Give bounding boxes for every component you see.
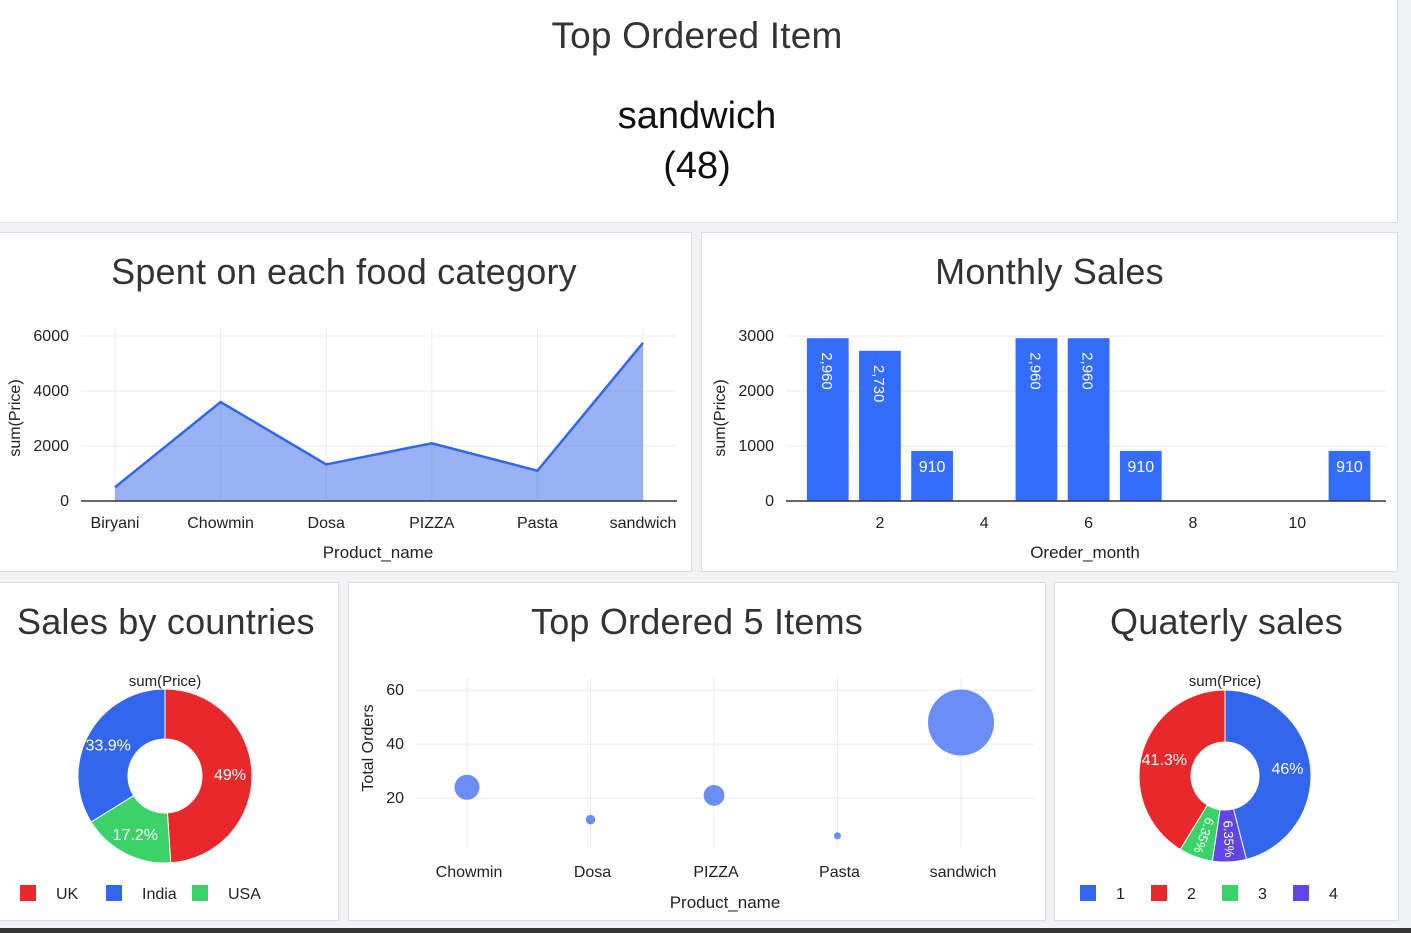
bar-value-label: 2,730 xyxy=(870,365,887,403)
x-tick-label: 2 xyxy=(875,515,884,532)
kpi-title: Top Ordered Item xyxy=(551,15,843,56)
x-tick-label: Dosa xyxy=(574,864,611,881)
bar-value-label: 910 xyxy=(1336,459,1363,476)
x-tick-label: Pasta xyxy=(819,864,860,881)
bar-value-label: 910 xyxy=(919,459,946,476)
x-tick-label: 4 xyxy=(980,515,989,532)
food-category-card: Spent on each food category 0 2000 4000 600… xyxy=(0,232,692,572)
slice-label: 6.35% xyxy=(1220,820,1237,858)
bottom-bar xyxy=(0,928,1411,933)
pie-slice xyxy=(77,688,166,823)
y-axis-title: sum(Price) xyxy=(712,379,729,456)
y-tick-label: 1000 xyxy=(738,438,774,455)
x-tick-label: Pasta xyxy=(517,515,558,532)
x-tick-label: PIZZA xyxy=(409,515,455,532)
kpi-count: (48) xyxy=(663,145,731,187)
x-tick-label: Biryani xyxy=(91,515,140,532)
slice-label: 17.2% xyxy=(113,827,158,844)
legend-label: UK xyxy=(56,886,79,903)
x-tick-label: Dosa xyxy=(308,515,345,532)
legend-label: 3 xyxy=(1258,886,1267,903)
x-axis-title: Product_name xyxy=(323,543,434,562)
slice-label: 33.9% xyxy=(85,737,130,754)
monthly-sales-chart: 0 1000 2000 3000 2,960 2,730 910 2,960 2,960 910 9… xyxy=(712,328,1386,562)
chart-subtitle: sum(Price) xyxy=(129,673,202,690)
y-axis-title: Total Orders xyxy=(360,704,377,791)
x-axis-title: Oreder_month xyxy=(1030,543,1140,562)
x-tick-label: 8 xyxy=(1189,515,1198,532)
quarterly-chart: sum(Price)46%6.35%6.35%41.3%1 2 3 4 xyxy=(1080,673,1338,903)
x-tick-label: Chowmin xyxy=(187,515,254,532)
y-tick-label: 20 xyxy=(386,790,404,807)
bubble xyxy=(703,784,725,806)
chart-subtitle: sum(Price) xyxy=(1189,673,1262,690)
bar-value-label: 2,960 xyxy=(1079,352,1096,390)
kpi-card: Top Ordered Item sandwich (48) xyxy=(0,0,1398,223)
quarterly-card: Quaterly sales sum(Price) 46% 6.35% 6.35% 41… xyxy=(1054,582,1399,921)
bubble xyxy=(585,814,596,825)
legend-swatch xyxy=(1080,885,1096,901)
kpi-item: sandwich xyxy=(617,95,777,137)
y-tick-label: 4000 xyxy=(33,383,69,400)
monthly-sales-card: Monthly Sales 0 1000 2000 3000 2,960 2,730 910… xyxy=(701,232,1398,572)
legend-label: USA xyxy=(228,886,261,903)
y-tick-label: 60 xyxy=(386,682,404,699)
y-tick-label: 2000 xyxy=(738,383,774,400)
y-tick-label: 0 xyxy=(60,493,69,510)
x-tick-label: Chowmin xyxy=(436,864,503,881)
y-axis-title: sum(Price) xyxy=(7,379,24,456)
bar-value-label: 910 xyxy=(1127,459,1154,476)
bubble xyxy=(928,689,994,756)
legend-swatch xyxy=(1151,885,1167,901)
x-tick-label: 10 xyxy=(1288,515,1306,532)
bar-value-label: 2,960 xyxy=(818,352,835,390)
bubble xyxy=(454,774,480,800)
legend-swatch xyxy=(1293,885,1309,901)
legend-swatch xyxy=(20,885,36,901)
legend-swatch xyxy=(192,885,208,901)
y-tick-label: 2000 xyxy=(33,438,69,455)
x-axis-title: Product_name xyxy=(670,893,781,912)
legend-label: India xyxy=(142,886,177,903)
slice-label: 41.3% xyxy=(1142,752,1187,769)
x-tick-label: sandwich xyxy=(930,864,997,881)
x-tick-label: 6 xyxy=(1084,515,1093,532)
slice-label: 49% xyxy=(214,767,246,784)
x-tick-label: PIZZA xyxy=(693,864,739,881)
x-tick-label: sandwich xyxy=(610,515,677,532)
bar-value-label: 2,960 xyxy=(1026,352,1043,390)
legend-swatch xyxy=(1222,885,1238,901)
legend-label: 4 xyxy=(1329,886,1338,903)
slice-label: 46% xyxy=(1271,761,1303,778)
y-tick-label: 3000 xyxy=(738,328,774,345)
top5-card: Top Ordered 5 Items 20 40 60 Chowmin Dosa PIZ… xyxy=(348,582,1046,921)
legend-label: 1 xyxy=(1116,886,1125,903)
y-tick-label: 0 xyxy=(765,493,774,510)
y-tick-label: 40 xyxy=(386,736,404,753)
legend-swatch xyxy=(106,885,122,901)
top5-chart: 20 40 60 Chowmin Dosa PIZZA Pasta sandwich Produ… xyxy=(360,678,1034,912)
countries-chart: sum(Price) 49% 17.2% 33.9% UK India USA xyxy=(20,673,261,903)
food-category-chart: 0 2000 4000 6000 Biryani Chowmin Dosa PIZZA Past… xyxy=(7,328,677,562)
y-tick-label: 6000 xyxy=(33,328,69,345)
countries-card: Sales by countries sum(Price) 49% 17.2% 33.… xyxy=(0,582,339,921)
bubble xyxy=(834,832,841,840)
legend-label: 2 xyxy=(1187,886,1196,903)
